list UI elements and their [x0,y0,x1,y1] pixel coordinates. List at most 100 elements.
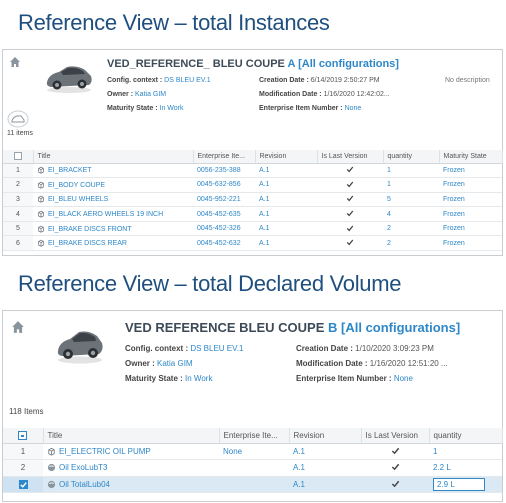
row-revision: A.1 [289,443,361,460]
modification-date-a: Modification Date : 1/16/2020 12:42:02..… [259,91,390,98]
items-table-b: Title Enterprise Ite... Revision Is Last… [3,428,503,493]
row-title[interactable]: EI_ELECTRIC OIL PUMP [43,443,219,460]
enterprise-item-b: Enterprise Item Number : None [296,374,413,383]
reference-panel-b: VED REFERENCE BLEU COUPE B [All configur… [2,310,503,502]
check-icon [391,464,399,471]
row-maturity-state[interactable]: Frozen [439,235,502,252]
config-context-label: Config. context : [107,77,163,84]
col-revision[interactable]: Revision [255,150,318,164]
maturity-a: Maturity State : In Work [107,105,184,112]
row-is-last-version [317,235,383,252]
maturity-value[interactable]: In Work [185,374,212,383]
config-context-value[interactable]: DS BLEU EV.1 [164,77,210,84]
row-title[interactable]: EI_BODY COUPE [33,177,193,193]
eid-value[interactable]: None [345,105,362,112]
row-enterprise-item [219,459,289,477]
table-row[interactable]: 3 EI_BLEU WHEELS 0045-952-221 A.1 5 Frozen [3,192,502,208]
row-number: 4 [3,206,33,222]
row-select-checkbox[interactable] [3,476,43,493]
col-enterprise-item[interactable]: Enterprise Ite... [193,150,256,164]
table-row[interactable]: 5 EI_BRAKE DISCS FRONT 0045-452-326 A.1 2 Fro… [3,221,502,237]
row-maturity-state[interactable]: Frozen [439,177,502,193]
row-is-last-version [361,476,429,493]
object-version: B [328,320,338,335]
row-title[interactable]: EI_BLACK AERO WHEELS 19 INCH [33,206,193,222]
row-title[interactable]: EI_BRAKE DISCS FRONT [33,221,193,237]
object-title-b: VED REFERENCE BLEU COUPE B [All configur… [125,320,460,335]
owner-label: Owner : [125,359,155,368]
row-maturity-state[interactable]: Frozen [439,192,502,208]
row-quantity[interactable]: 1 [383,163,439,179]
row-revision: A.1 [255,235,317,252]
col-is-last-version[interactable]: Is Last Version [317,150,384,164]
row-number: 5 [3,221,33,237]
owner-label: Owner : [107,91,134,98]
owner-value[interactable]: Katia GIM [157,359,193,368]
items-count: 11 items [7,130,33,137]
col-maturity-state[interactable]: Maturity State [439,150,503,164]
items-table-a: Title Enterprise Ite... Revision Is Last… [3,150,503,252]
row-quantity[interactable]: 2.2 L [429,459,502,477]
row-quantity[interactable]: 4 [383,206,439,222]
col-enterprise-item[interactable]: Enterprise Ite... [219,428,290,444]
part-icon [38,196,44,204]
table-row[interactable]: 4 EI_BLACK AERO WHEELS 19 INCH 0045-452-63… [3,206,502,222]
row-title[interactable]: EI_BRACKET [33,163,193,179]
config-context-value[interactable]: DS BLEU EV.1 [190,344,243,353]
row-maturity-state[interactable]: Frozen [439,221,502,237]
section-title-b: Reference View – total Declared Volume [18,271,402,296]
col-revision[interactable]: Revision [289,428,362,444]
home-icon[interactable] [9,56,21,68]
table-row[interactable]: 6 EI_BRAKE DISCS REAR 0045-452-632 A.1 2 Froz… [3,235,502,252]
row-quantity[interactable]: 5 [383,192,439,208]
row-quantity[interactable]: 2 [383,235,439,252]
col-title[interactable]: Title [33,150,194,164]
row-number: 3 [3,192,33,208]
owner-value[interactable]: Katia GIM [135,91,166,98]
table-row[interactable]: 2 Oil ExoLubT3 A.1 2.2 L [3,459,502,477]
col-title[interactable]: Title [43,428,220,444]
row-title[interactable]: Oil TotalLub04 [43,476,219,493]
table-row[interactable]: Oil TotalLub04 A.1 2.9 L [3,476,502,493]
row-quantity[interactable]: 1 [383,177,439,193]
table-row[interactable]: 2 EI_BODY COUPE 0045-632-856 A.1 1 Frozen [3,177,502,193]
eid-value[interactable]: None [394,374,413,383]
eid-label: Enterprise Item Number : [296,374,392,383]
row-enterprise-item: 0045-952-221 [193,192,255,208]
select-all-checkbox[interactable] [3,428,44,444]
row-maturity-state[interactable]: Frozen [439,163,502,179]
col-quantity[interactable]: quantity [429,428,503,444]
config-context-a: Config. context : DS BLEU EV.1 [107,77,211,84]
row-number: 2 [3,177,33,193]
quantity-input[interactable]: 2.9 L [433,477,485,491]
select-all-checkbox[interactable] [3,150,34,164]
object-version: A [287,58,296,70]
row-number: 1 [3,163,33,179]
col-quantity[interactable]: quantity [383,150,440,164]
row-quantity[interactable]: 2.9 L [429,476,502,493]
reference-panel-a: VED_REFERENCE_ BLEU COUPE A [All configu… [2,49,503,256]
table-row[interactable]: 1 EI_ELECTRIC OIL PUMP None A.1 1 [3,443,502,460]
home-icon[interactable] [11,320,25,334]
part-icon [38,225,44,233]
configuration-link[interactable]: [All configurations] [298,58,399,70]
row-maturity-state[interactable]: Frozen [439,206,502,222]
items-count: 118 Items [9,407,44,416]
row-quantity[interactable]: 1 [429,443,502,460]
row-is-last-version [317,192,383,208]
check-icon [346,210,354,217]
row-title[interactable]: EI_BLEU WHEELS [33,192,193,208]
maturity-label: Maturity State : [107,105,158,112]
enterprise-item-a: Enterprise Item Number : None [259,105,361,112]
row-title[interactable]: Oil ExoLubT3 [43,459,219,477]
row-quantity[interactable]: 2 [383,221,439,237]
row-number: 1 [3,443,43,460]
check-icon [391,480,399,488]
table-row[interactable]: 1 EI_BRACKET 0056-235-388 A.1 1 Frozen [3,163,502,179]
col-is-last-version[interactable]: Is Last Version [361,428,430,444]
check-icon [19,482,27,488]
configuration-link[interactable]: [All configurations] [341,320,460,335]
maturity-value[interactable]: In Work [160,105,184,112]
row-title[interactable]: EI_BRAKE DISCS REAR [33,235,193,252]
config-context-b: Config. context : DS BLEU EV.1 [125,344,243,353]
